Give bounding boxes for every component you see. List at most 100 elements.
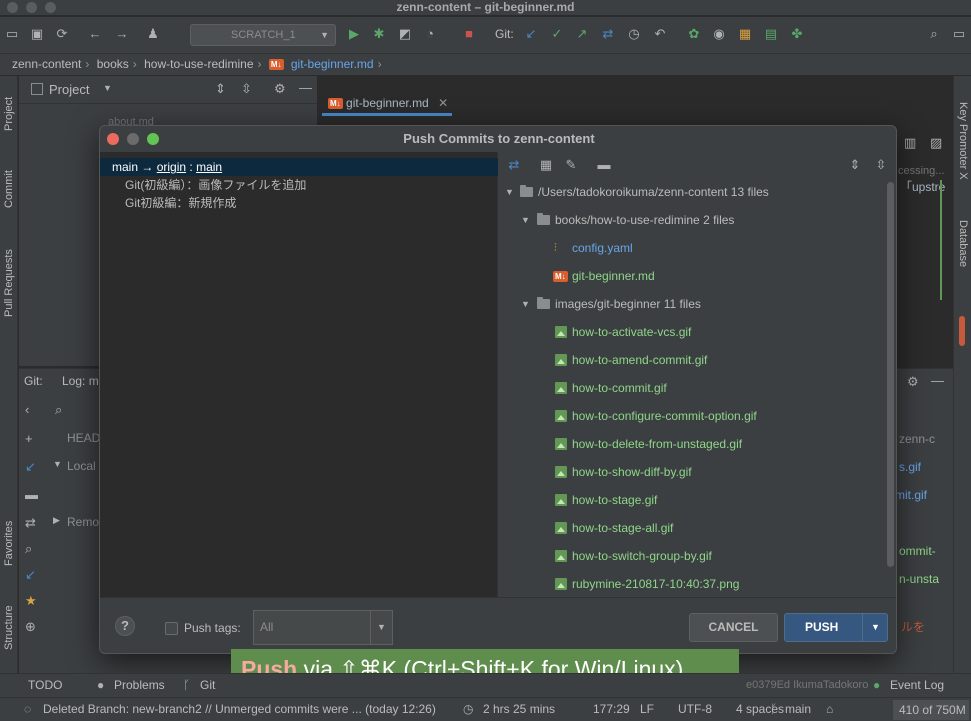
git-commit-icon[interactable]: ✓ <box>549 26 565 42</box>
delete-icon[interactable]: ▬ <box>25 487 38 502</box>
target-icon[interactable]: ⊕ <box>25 619 36 635</box>
tree-file-row[interactable]: M↓ git-beginner.md <box>499 262 884 290</box>
gear-icon[interactable]: ⚙ <box>907 374 919 390</box>
preview-layout-icon[interactable]: ▥ <box>904 135 916 151</box>
status-message[interactable]: Deleted Branch: new-branch2 // Unmerged … <box>43 698 436 720</box>
tree-file-row[interactable]: how-to-stage-all.gif <box>499 514 884 542</box>
chevron-down-icon[interactable]: ▼ <box>505 178 514 206</box>
push-tags-checkbox[interactable] <box>165 622 178 635</box>
debug-icon[interactable]: ✱ <box>371 26 387 42</box>
save-icon[interactable]: ▣ <box>29 26 45 42</box>
hide-panel-icon[interactable]: — <box>299 80 312 95</box>
status-branch[interactable]: main <box>785 698 811 720</box>
tree-folder-row[interactable]: ▼ books/how-to-use-redimine 2 files <box>499 206 884 234</box>
git-tab[interactable]: Git <box>200 674 215 696</box>
event-log-tab[interactable]: Event Log <box>890 674 944 696</box>
zoom-window-dot[interactable] <box>45 2 56 13</box>
side-tab-project[interactable]: Project <box>0 84 18 144</box>
group-by-icon[interactable]: ▦ <box>537 156 555 174</box>
record-icon[interactable]: ◉ <box>711 26 727 42</box>
breadcrumb-item-books[interactable]: books <box>97 57 129 71</box>
chevron-down-icon[interactable]: ▼ <box>103 83 112 93</box>
help-button[interactable]: ? <box>115 616 135 636</box>
status-line-separator[interactable]: LF <box>640 698 654 720</box>
gear-icon[interactable]: ⚙ <box>274 81 286 97</box>
edit-icon[interactable]: ✎ <box>562 156 580 174</box>
close-window-dot[interactable] <box>7 2 18 13</box>
status-encoding[interactable]: UTF-8 <box>678 698 712 720</box>
dialog-zoom-dot[interactable] <box>147 133 159 145</box>
memory-indicator[interactable]: 410 of 750M <box>893 700 969 720</box>
tree-root-row[interactable]: ▼ /Users/tadokoroikuma/zenn-content 13 f… <box>499 178 884 206</box>
minimize-window-dot[interactable] <box>26 2 37 13</box>
tags-select[interactable]: All ▼ <box>253 610 393 645</box>
expand-all-icon[interactable]: ⇕ <box>846 156 864 174</box>
target-branch-link[interactable]: main <box>196 160 222 174</box>
git-update-icon[interactable]: ↙ <box>523 26 539 42</box>
star-icon[interactable]: ★ <box>25 593 37 609</box>
side-tab-key-promoter[interactable]: Key Promoter X <box>954 88 971 193</box>
chevron-left-icon[interactable]: ‹ <box>25 402 29 417</box>
commit-item[interactable]: Git(初級編）：画像ファイルを追加 <box>125 176 306 194</box>
status-position[interactable]: 177:29 <box>593 698 630 720</box>
run-icon[interactable]: ▶ <box>346 26 362 42</box>
chevron-down-icon[interactable]: ▼ <box>521 290 530 318</box>
git-log-tab[interactable]: Log: m <box>62 374 99 388</box>
dialog-close-dot[interactable] <box>107 133 119 145</box>
commit-item[interactable]: Git初級編：新規作成 <box>125 194 236 212</box>
lock-icon[interactable]: ⌂ <box>826 698 833 720</box>
puzzle-icon[interactable]: ✤ <box>789 26 805 42</box>
coverage-icon[interactable]: ◩ <box>397 26 413 42</box>
tree-folder-row[interactable]: ▼ images/git-beginner 11 files <box>499 290 884 318</box>
user-icon[interactable]: ♟ <box>145 26 161 42</box>
search-icon[interactable]: ⌕ <box>55 402 62 418</box>
fetch-icon[interactable]: ↙ <box>25 459 36 475</box>
side-tab-database[interactable]: Database <box>954 208 971 280</box>
error-stripe-marker[interactable] <box>959 316 965 346</box>
breadcrumb-item-folder[interactable]: how-to-use-redimine <box>144 57 253 71</box>
push-tags-label[interactable]: Push tags: <box>184 618 241 638</box>
breadcrumb-item-file[interactable]: git-beginner.md <box>291 57 374 71</box>
tree-file-row[interactable]: how-to-stage.gif <box>499 486 884 514</box>
side-tab-favorites[interactable]: Favorites <box>0 508 18 578</box>
breadcrumb-item-root[interactable]: zenn-content <box>12 57 81 71</box>
chevron-right-icon[interactable]: ▶ <box>53 515 60 526</box>
side-tab-pull-requests[interactable]: Pull Requests <box>0 236 18 331</box>
layout-icon[interactable]: ▦ <box>737 26 753 42</box>
image-preview-icon[interactable]: ▨ <box>930 135 942 151</box>
profile-icon[interactable]: ◔ <box>422 26 438 42</box>
tree-file-row[interactable]: how-to-commit.gif <box>499 374 884 402</box>
tree-file-row[interactable]: ⫶ config.yaml <box>499 234 884 262</box>
open-folder-icon[interactable]: ▭ <box>4 26 20 42</box>
remote-name-link[interactable]: origin <box>157 160 186 174</box>
vertical-scrollbar[interactable] <box>887 182 894 567</box>
push-options-chevron-icon[interactable]: ▼ <box>862 614 888 641</box>
close-tab-icon[interactable]: ✕ <box>438 96 448 110</box>
collapse-all-icon[interactable]: ⇳ <box>241 81 252 97</box>
tree-file-row[interactable]: how-to-switch-group-by.gif <box>499 542 884 570</box>
sync-icon[interactable]: ⟳ <box>54 26 70 42</box>
forward-arrow-icon[interactable]: → <box>114 26 130 42</box>
git-compare-icon[interactable]: ⇄ <box>600 26 616 42</box>
run-config-select[interactable]: SCRATCH_1 ▼ <box>190 24 336 46</box>
search-icon[interactable]: ⌕ <box>25 541 32 557</box>
hide-panel-icon[interactable]: — <box>931 373 944 388</box>
git-local-branches[interactable]: Local <box>67 459 96 473</box>
editor-tab[interactable]: M↓ git-beginner.md ✕ <box>322 90 452 116</box>
collapse-all-icon[interactable]: ⇳ <box>872 156 890 174</box>
side-tab-structure[interactable]: Structure <box>0 592 18 664</box>
update-icon[interactable]: ↙ <box>25 567 36 583</box>
tree-file-row[interactable]: how-to-configure-commit-option.gif <box>499 402 884 430</box>
history-icon[interactable]: ◷ <box>626 26 642 42</box>
add-icon[interactable]: + <box>25 431 33 446</box>
push-button[interactable]: PUSH ▼ <box>784 613 888 642</box>
tree-file-row[interactable]: rubymine-210817-10:40:37.png <box>499 570 884 598</box>
search-icon[interactable]: ⌕ <box>926 26 942 42</box>
tree-file-row[interactable]: how-to-delete-from-unstaged.gif <box>499 430 884 458</box>
git-remote-branches[interactable]: Remo <box>67 515 99 529</box>
expand-all-icon[interactable]: ⇕ <box>215 81 226 97</box>
tree-file-row[interactable]: how-to-activate-vcs.gif <box>499 318 884 346</box>
side-tab-commit[interactable]: Commit <box>0 158 18 220</box>
rollback-icon[interactable]: ↶ <box>652 26 668 42</box>
chevron-down-icon[interactable]: ▼ <box>53 459 62 469</box>
